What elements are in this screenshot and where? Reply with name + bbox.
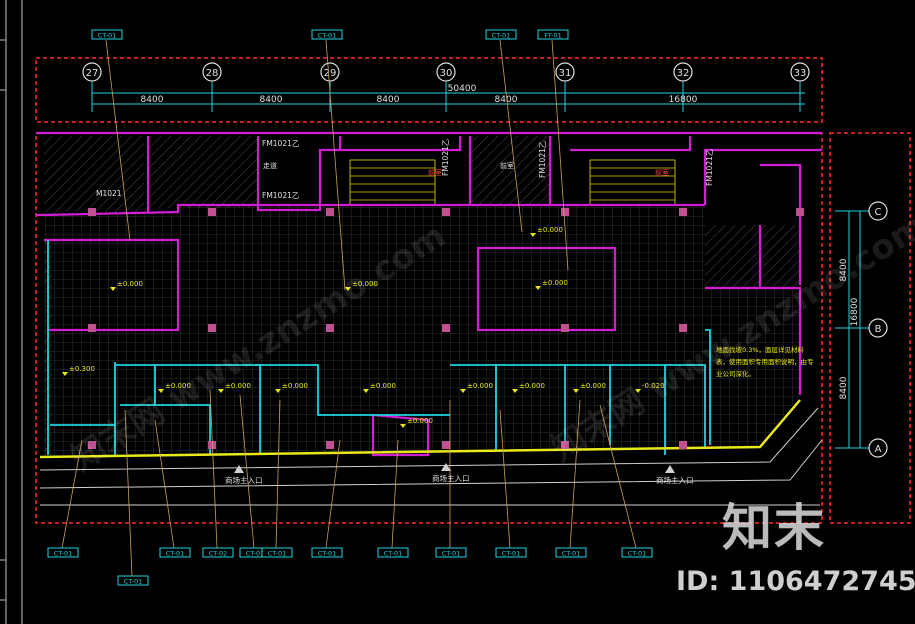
axis-label-B: B (875, 324, 882, 335)
callout-tag-6: CT-01 (166, 550, 185, 558)
entrance-arrow-0 (234, 465, 244, 473)
column-1 (208, 208, 216, 216)
callout-tag-11: CT-01 (384, 550, 403, 558)
column-6 (796, 208, 804, 216)
room-label-1: 前室 (500, 161, 514, 170)
column-3 (442, 208, 450, 216)
axis-label-30: 30 (440, 68, 453, 79)
callout-tag-12: CT-01 (442, 550, 461, 558)
elevation-label-7: ±0.000 (282, 382, 308, 390)
axis-markers-top: 27 28 29 30 31 32 33 (82, 62, 810, 112)
entrance-label-0: 商场主入口 (225, 475, 263, 485)
elevation-label-12: ±0.000 (407, 417, 433, 425)
entrance-arrow-1 (441, 463, 451, 471)
callout-tag-13: CT-01 (502, 550, 521, 558)
elevation-label-10: ±0.000 (519, 382, 545, 390)
callout-tag-15: CT-01 (628, 550, 647, 558)
callout-tag-1: CT-01 (318, 32, 337, 40)
elevation-label-8: ±0.000 (370, 382, 396, 390)
leader-11 (391, 439, 399, 549)
dimension-top-2: 8400 (377, 95, 400, 105)
column-1 (208, 324, 216, 332)
elevation-label-9: ±0.000 (467, 382, 493, 390)
axis-label-29: 29 (324, 68, 337, 79)
elevation-label-4: ±0.300 (69, 365, 95, 373)
callout-tag-5: CT-01 (124, 578, 143, 586)
room-label-2: 前室 (428, 168, 442, 177)
entrance-label-1: 商场主入口 (432, 473, 470, 483)
door-tag-5: FM1021乙 (705, 148, 714, 186)
column-4 (561, 208, 569, 216)
dimension-top-1: 8400 (260, 95, 283, 105)
callout-tag-3: FT-01 (544, 32, 562, 40)
column-2 (326, 441, 334, 449)
dimension-top-0: 8400 (141, 95, 164, 105)
axis-label-28: 28 (206, 68, 219, 79)
column-5 (679, 441, 687, 449)
column-5 (679, 324, 687, 332)
door-tag-1: FM1021乙 (262, 139, 300, 148)
door-tag-4: FM1021乙 (538, 140, 547, 178)
callout-tag-7: CT-02 (209, 550, 228, 558)
column-2 (326, 208, 334, 216)
callout-tag-9: CT-01 (268, 550, 287, 558)
door-tag-2: FM1021乙 (262, 191, 300, 200)
axis-label-A: A (875, 444, 882, 455)
column-0 (88, 324, 96, 332)
dimension-top-4: 16800 (669, 95, 698, 105)
door-tag-3: FM1021乙 (441, 138, 450, 176)
entrance-arrow-2 (665, 465, 675, 473)
axis-label-33: 33 (794, 68, 807, 79)
top-dimension (92, 92, 805, 105)
elevation-label-3: ±0.000 (542, 279, 568, 287)
column-4 (561, 324, 569, 332)
door-tag-0: M1021 (96, 189, 122, 198)
callout-tag-10: CT-01 (318, 550, 337, 558)
callout-tag-2: CT-01 (492, 32, 511, 40)
callout-tag-8: CT-01 (246, 550, 265, 558)
watermark-id: ID: 1106472745 (676, 566, 915, 597)
callout-tag-4: CT-01 (54, 550, 73, 558)
room-label-3: 前室 (655, 168, 669, 177)
axis-label-27: 27 (86, 68, 99, 79)
callout-tag-0: CT-01 (98, 32, 117, 40)
axis-label-31: 31 (559, 68, 572, 79)
entrance-label-2: 商场主入口 (656, 475, 694, 485)
dimension-right-1: 8400 (839, 376, 849, 399)
column-3 (442, 324, 450, 332)
elevation-label-2: ±0.000 (537, 226, 563, 234)
callout-tag-14: CT-01 (562, 550, 581, 558)
dimension-overall: 50400 (448, 84, 477, 94)
column-0 (88, 208, 96, 216)
axis-label-32: 32 (677, 68, 690, 79)
column-5 (679, 208, 687, 216)
watermark-logo: 知末 (722, 499, 826, 557)
frame-left-lines (0, 0, 23, 624)
leader-10 (325, 439, 341, 549)
room-label-0: 走道 (263, 161, 277, 170)
column-3 (442, 441, 450, 449)
dimension-right-overall: 16800 (850, 297, 860, 326)
elevation-label-0: ±0.000 (117, 280, 143, 288)
